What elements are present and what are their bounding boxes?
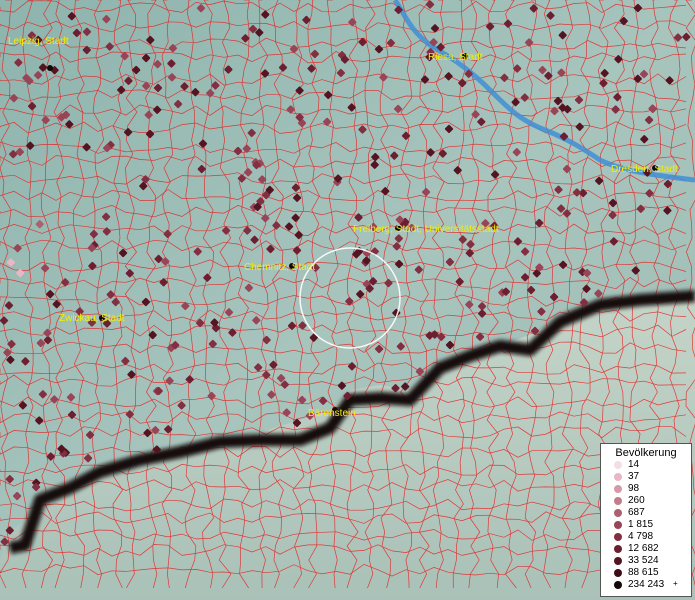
map-canvas[interactable]: Leipzig, Stadt Riesa, Stadt Dresden, Sta… — [0, 0, 695, 600]
city-label: Chemnitz, Stadt — [244, 262, 315, 273]
city-label: Riesa, Stadt — [428, 52, 483, 63]
city-label: Leipzig, Stadt — [8, 36, 69, 47]
legend-swatch — [614, 521, 622, 529]
legend-row: 88 615 — [601, 567, 691, 579]
city-marker — [47, 65, 53, 71]
city-dresden[interactable]: Dresden, Stadt — [611, 164, 678, 175]
city-freiberg[interactable]: Freiberg, Stadt, Universitätsstadt — [353, 224, 499, 235]
legend-value: 4 798 — [628, 531, 654, 542]
city-label: Freiberg, Stadt, Universitätsstadt — [353, 224, 499, 235]
legend-swatch — [614, 533, 622, 541]
legend-row: 14 — [601, 459, 691, 471]
legend-value: 687 — [628, 507, 645, 518]
legend-row: 260 — [601, 495, 691, 507]
legend-row: 98 — [601, 483, 691, 495]
legend-row: 1 815 — [601, 519, 691, 531]
city-label: Zwickau, Stadt — [59, 313, 125, 324]
legend-value: 88 615 — [628, 567, 659, 578]
legend-value: 234 243 — [628, 579, 665, 590]
legend-title: Bevölkerung — [615, 447, 677, 459]
legend-swatch — [614, 509, 622, 517]
legend-row: 12 682 — [601, 543, 691, 555]
legend-row: 4 798 — [601, 531, 691, 543]
legend-value: 14 — [628, 459, 640, 470]
city-zwickau[interactable]: Zwickau, Stadt — [59, 313, 125, 324]
city-label: Dresden, Stadt — [611, 164, 678, 175]
city-riesa[interactable]: Riesa, Stadt — [428, 52, 483, 63]
legend-swatch — [614, 473, 622, 481]
legend-value: 12 682 — [628, 543, 659, 554]
legend-swatch — [614, 545, 622, 553]
legend-swatch — [614, 461, 622, 469]
legend-value: 260 — [628, 495, 645, 506]
legend-swatch — [614, 497, 622, 505]
legend-swatch — [614, 581, 622, 589]
legend-swatch — [614, 569, 622, 577]
legend-row: 37 — [601, 471, 691, 483]
legend-swatch — [614, 557, 622, 565]
legend-value: 98 — [628, 483, 640, 494]
legend-row: 687 — [601, 507, 691, 519]
city-baerenstein[interactable]: Bärenstein — [308, 407, 356, 419]
legend-row: 33 524 — [601, 555, 691, 567]
population-legend: Bevölkerung 14 37 98 260 687 1 815 4 798 12 682… — [600, 443, 692, 597]
city-label: Bärenstein — [308, 408, 356, 419]
legend-value: 1 815 — [628, 519, 654, 530]
city-chemnitz[interactable]: Chemnitz, Stadt — [244, 262, 315, 273]
legend-swatch — [614, 485, 622, 493]
legend-suffix: + — [673, 579, 678, 588]
legend-value: 33 524 — [628, 555, 659, 566]
legend-value: 37 — [628, 471, 640, 482]
legend-row: 234 243 + — [601, 579, 691, 591]
legend-entries: 14 37 98 260 687 1 815 4 798 12 682 33 524 88 615… — [601, 459, 691, 591]
